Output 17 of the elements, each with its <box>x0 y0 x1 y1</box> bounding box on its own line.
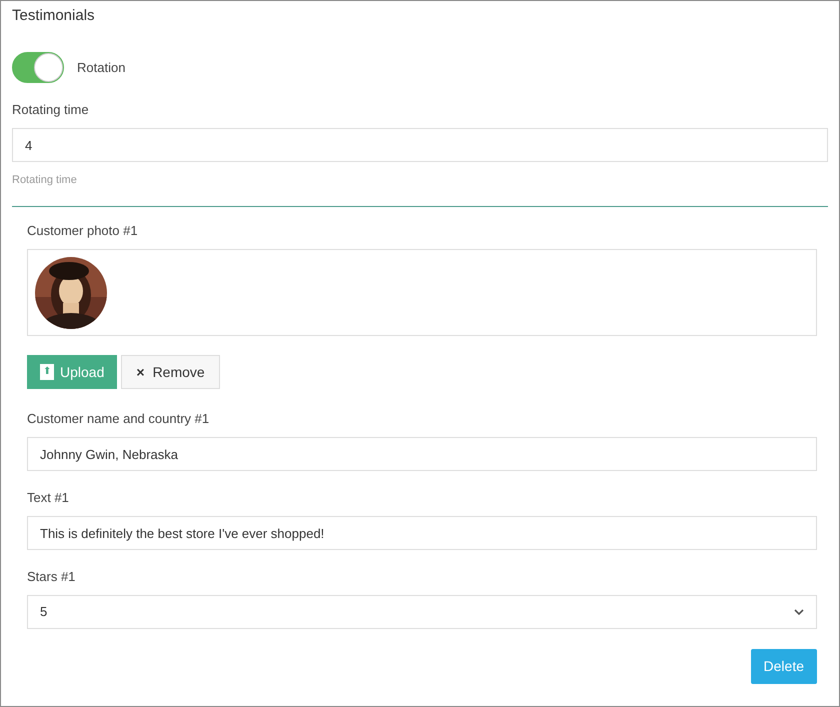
field-label: Customer name and country #1 <box>27 410 210 428</box>
help-text: Rotating time <box>12 173 77 188</box>
section-title: Testimonials <box>12 6 95 26</box>
input-field[interactable]: 4 <box>12 128 828 162</box>
chevron-down-icon <box>794 609 804 615</box>
field-label: Text #1 <box>27 489 69 507</box>
rotation-label: Rotation <box>77 58 126 77</box>
select-field[interactable]: 5 <box>27 595 817 629</box>
upload-icon: ⬆ <box>40 364 54 380</box>
close-icon: × <box>136 365 145 379</box>
rotation-toggle[interactable] <box>12 52 64 83</box>
input-field[interactable]: This is definitely the best store I've ever shopped! <box>27 516 817 550</box>
field-label: Stars #1 <box>27 568 76 586</box>
field-label: Customer photo #1 <box>27 222 138 240</box>
field-label: Rotating time <box>12 101 89 119</box>
input-field[interactable]: Johnny Gwin, Nebraska <box>27 437 817 471</box>
remove-button[interactable]: × Remove <box>121 355 220 389</box>
